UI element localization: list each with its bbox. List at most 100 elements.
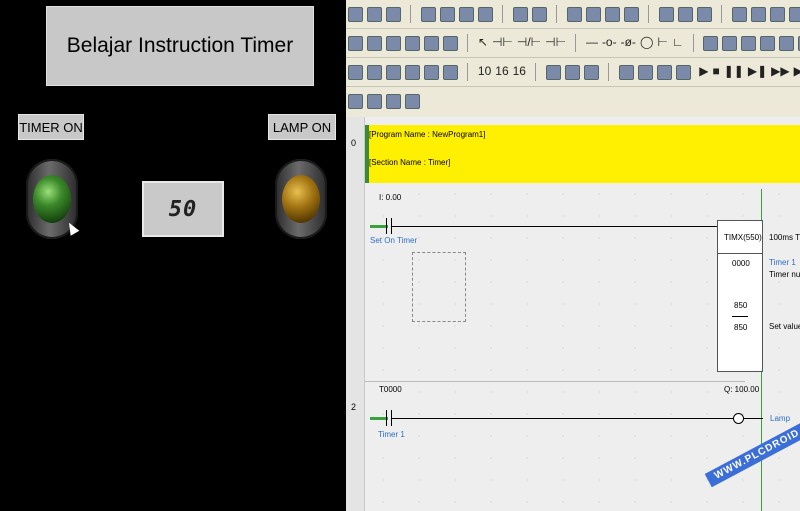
toolbar-icon[interactable] — [741, 36, 757, 51]
line-icon[interactable]: — — [586, 36, 598, 49]
rung-number: 2 — [351, 402, 357, 412]
toolbar-icon[interactable] — [779, 36, 795, 51]
contact-comment: Timer 1 — [378, 430, 405, 439]
contact-symbol[interactable] — [386, 218, 387, 234]
toolbar-icon[interactable] — [424, 36, 439, 51]
contact-no-icon[interactable]: ⊣⊢ — [492, 36, 513, 49]
toolbar-row-2: ↖ ⊣⊢ ⊣/⊢ ⊣⊢ — -o- -ø- ◯ ⊢ ∟ — [346, 29, 800, 58]
stop-icon[interactable]: ■ — [712, 65, 719, 78]
toolbar-icon[interactable] — [386, 65, 401, 80]
toolbar-icon[interactable] — [367, 94, 382, 109]
toolbar-icon[interactable] — [405, 36, 420, 51]
toolbar-icon[interactable] — [348, 65, 363, 80]
toolbar-icon[interactable] — [656, 65, 672, 80]
toolbar-icon[interactable] — [788, 7, 800, 22]
toolbar-icon[interactable] — [731, 7, 747, 22]
program-name-comment: [Program Name : NewProgram1] — [369, 130, 486, 139]
fast-forward-icon[interactable]: ▶▶ — [794, 65, 800, 78]
copy-icon[interactable] — [439, 7, 455, 22]
redo-icon[interactable] — [531, 7, 547, 22]
toolbar-icon[interactable] — [348, 36, 363, 51]
toolbar-icon[interactable] — [696, 7, 712, 22]
toolbar-icon[interactable] — [386, 36, 401, 51]
toolbar-icon[interactable] — [769, 7, 785, 22]
toolbar-icon[interactable] — [367, 7, 382, 22]
timer-number-comment: Timer 1 — [769, 258, 796, 267]
toolbar-icon[interactable]: 10 — [478, 65, 491, 78]
toolbar-icon[interactable]: ⊢ — [657, 36, 667, 49]
timer-number: 0000 — [732, 259, 750, 268]
toolbar-icon[interactable]: ◯ — [640, 36, 653, 49]
toolbar-icon[interactable] — [348, 7, 363, 22]
toolbar-icon[interactable] — [564, 65, 580, 80]
contact-icon[interactable]: ⊣⊢ — [545, 36, 566, 49]
select-icon[interactable]: ↖ — [478, 36, 488, 49]
toolbar-icon[interactable]: 16 — [513, 65, 526, 78]
toolbar-icon[interactable]: ∟ — [672, 36, 684, 49]
rung-number: 0 — [351, 138, 357, 148]
toolbar-icon[interactable] — [443, 36, 458, 51]
undo-icon[interactable] — [512, 7, 528, 22]
contact-address: T0000 — [379, 385, 402, 394]
timer-value-display: 50 — [142, 181, 224, 237]
find-icon[interactable] — [566, 7, 582, 22]
set-value-label: Set value — [769, 322, 800, 331]
toolbar-icon[interactable] — [623, 7, 639, 22]
info-icon[interactable] — [658, 7, 674, 22]
rung-wire — [743, 418, 763, 419]
timer-set-value: 850 — [734, 301, 748, 310]
toolbar-icon[interactable] — [477, 7, 493, 22]
toolbar-icon[interactable] — [367, 65, 382, 80]
toolbar-icon[interactable] — [722, 36, 738, 51]
coil-nc-icon[interactable]: -ø- — [621, 36, 636, 49]
toolbar-icon[interactable] — [386, 7, 401, 22]
toolbar-icon[interactable] — [585, 7, 601, 22]
toolbar-icon[interactable] — [405, 94, 420, 109]
toolbar-icon[interactable] — [750, 7, 766, 22]
paste-icon[interactable] — [458, 7, 474, 22]
help-icon[interactable] — [677, 7, 693, 22]
contact-symbol[interactable] — [386, 410, 387, 426]
step-icon[interactable]: ▶❚ — [748, 65, 767, 78]
step-over-icon[interactable]: ▶▶ — [771, 65, 789, 78]
cut-icon[interactable] — [420, 7, 436, 22]
rung-wire — [392, 226, 717, 227]
toolbar-icon[interactable] — [367, 36, 382, 51]
ladder-editor: ↖⊣⊢⊣/⊢⊣⊢ —-o--ø-◯⊢∟ 101616 ▶■❚❚▶❚▶▶▶▶▶❚ … — [346, 0, 800, 511]
timer-instruction-block[interactable]: TIMX(550) 0000 850 850 — [717, 220, 763, 372]
toolbar-icon[interactable] — [545, 65, 561, 80]
hmi-title: Belajar Instruction Timer — [46, 6, 314, 86]
play-icon[interactable]: ▶ — [699, 65, 708, 78]
toolbar-icon[interactable]: 16 — [495, 65, 508, 78]
timer-comment: 100ms Ti — [769, 233, 800, 242]
toolbar-icon[interactable] — [424, 65, 439, 80]
contact-nc-icon[interactable]: ⊣/⊢ — [517, 36, 541, 49]
coil-icon[interactable]: -o- — [602, 36, 617, 49]
toolbar-row-3: 101616 ▶■❚❚▶❚▶▶▶▶▶❚ — [346, 58, 800, 87]
pause-icon[interactable]: ❚❚ — [724, 65, 744, 78]
contact-address: I: 0.00 — [379, 193, 402, 202]
toolbar-icon[interactable] — [348, 94, 363, 109]
toolbar-row-1 — [346, 0, 800, 29]
toolbar-icon[interactable] — [618, 65, 634, 80]
toolbar-icon[interactable] — [760, 36, 776, 51]
coil-address: Q: 100.00 — [724, 385, 760, 394]
toolbar-row-4 — [346, 87, 800, 118]
timer-instruction: TIMX(550) — [724, 233, 762, 242]
rung-comment[interactable]: [Program Name : NewProgram1] [Section Na… — [365, 125, 800, 183]
lamp-on-label: LAMP ON — [268, 114, 336, 140]
toolbar-icon[interactable] — [703, 36, 719, 51]
timer-number-label: Timer nur — [769, 270, 800, 279]
contact-comment: Set On Timer — [370, 236, 418, 245]
hmi-panel: Belajar Instruction Timer TIMER ON LAMP … — [0, 0, 346, 511]
toolbar-icon[interactable] — [675, 65, 691, 80]
toolbar-icon[interactable] — [583, 65, 599, 80]
timer-on-label: TIMER ON — [18, 114, 84, 140]
lamp-indicator — [275, 159, 327, 239]
toolbar-icon[interactable] — [386, 94, 401, 109]
toolbar-icon[interactable] — [443, 65, 458, 80]
toolbar-icon[interactable] — [637, 65, 653, 80]
toolbar-icon[interactable] — [405, 65, 420, 80]
rung-wire — [392, 418, 734, 419]
toolbar-icon[interactable] — [604, 7, 620, 22]
